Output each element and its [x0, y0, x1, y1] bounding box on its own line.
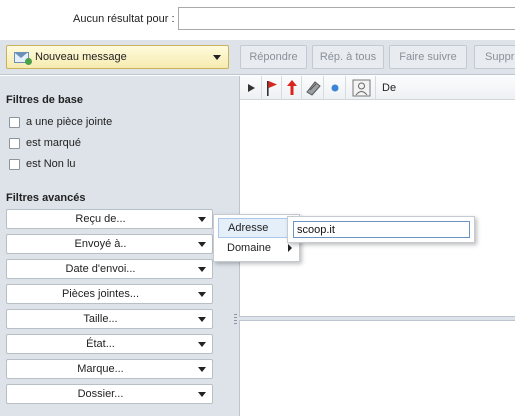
sender-contact-icon[interactable]: [346, 76, 376, 100]
checkbox-label: a une pièce jointe: [26, 116, 113, 128]
chevron-down-icon: [198, 292, 206, 297]
chevron-down-icon: [198, 267, 206, 272]
filter-sent-to[interactable]: Envoyé à..: [6, 234, 213, 254]
filter-state[interactable]: État...: [6, 334, 213, 354]
toolbar: Nouveau message Répondre Rép. à tous Fai…: [0, 40, 515, 75]
message-list: De: [239, 76, 515, 316]
new-message-label: Nouveau message: [35, 51, 127, 63]
thread-expand-icon[interactable]: [240, 76, 262, 100]
checkbox-label: est marqué: [26, 137, 82, 149]
search-bar: Aucun résultat pour :: [0, 0, 515, 40]
menu-item-domain[interactable]: Domaine: [218, 239, 296, 259]
reply-button[interactable]: Répondre: [240, 45, 307, 69]
flag-icon[interactable]: [262, 76, 282, 100]
forward-button[interactable]: Faire suivre: [389, 45, 467, 69]
filter-label: Pièces jointes...: [61, 288, 140, 300]
filter-mark[interactable]: Marque...: [6, 359, 213, 379]
filter-label: État...: [86, 338, 115, 350]
splitter-grip-icon[interactable]: [234, 314, 237, 326]
search-input[interactable]: [178, 7, 515, 30]
filter-label: Reçu de...: [75, 213, 126, 225]
filter-label: Dossier...: [77, 388, 124, 400]
attachment-icon[interactable]: [302, 76, 324, 100]
reply-all-button[interactable]: Rép. à tous: [312, 45, 384, 69]
menu-item-label: Domaine: [227, 242, 272, 254]
filter-received-from[interactable]: Reçu de...: [6, 209, 213, 229]
address-submenu: [287, 216, 475, 243]
submenu-arrow-icon: [288, 244, 292, 252]
column-from[interactable]: De: [382, 82, 396, 94]
filter-panel: Filtres de base a une pièce jointe est m…: [0, 76, 233, 416]
chevron-down-icon[interactable]: [213, 55, 221, 60]
chevron-down-icon: [198, 317, 206, 322]
chevron-down-icon: [198, 242, 206, 247]
basic-filters-title: Filtres de base: [6, 94, 84, 106]
checkbox[interactable]: [9, 159, 20, 170]
filter-attachments[interactable]: Pièces jointes...: [6, 284, 213, 304]
checkbox[interactable]: [9, 138, 20, 149]
column-header-row: De: [240, 76, 515, 100]
filter-label: Marque...: [77, 363, 124, 375]
priority-icon[interactable]: [282, 76, 302, 100]
filter-folder[interactable]: Dossier...: [6, 384, 213, 404]
chevron-down-icon: [198, 217, 206, 222]
chevron-down-icon: [198, 342, 206, 347]
chevron-down-icon: [198, 392, 206, 397]
filter-label: Date d'envoi...: [65, 263, 136, 275]
chevron-down-icon: [198, 367, 206, 372]
search-label: Aucun résultat pour :: [73, 13, 175, 25]
filter-size[interactable]: Taille...: [6, 309, 213, 329]
menu-item-address[interactable]: Adresse: [218, 218, 296, 238]
address-input[interactable]: [293, 221, 470, 238]
preview-pane: [239, 321, 515, 416]
new-message-button[interactable]: Nouveau message: [6, 45, 229, 69]
filter-label: Envoyé à..: [74, 238, 127, 250]
filter-send-date[interactable]: Date d'envoi...: [6, 259, 213, 279]
checkbox[interactable]: [9, 117, 20, 128]
new-message-icon: [14, 52, 32, 65]
read-status-icon[interactable]: [324, 76, 346, 100]
menu-item-label: Adresse: [228, 222, 269, 234]
checkbox-label: est Non lu: [26, 158, 76, 170]
advanced-filters-title: Filtres avancés: [6, 192, 86, 204]
delete-button[interactable]: Suppr: [474, 45, 515, 69]
filter-label: Taille...: [83, 313, 118, 325]
